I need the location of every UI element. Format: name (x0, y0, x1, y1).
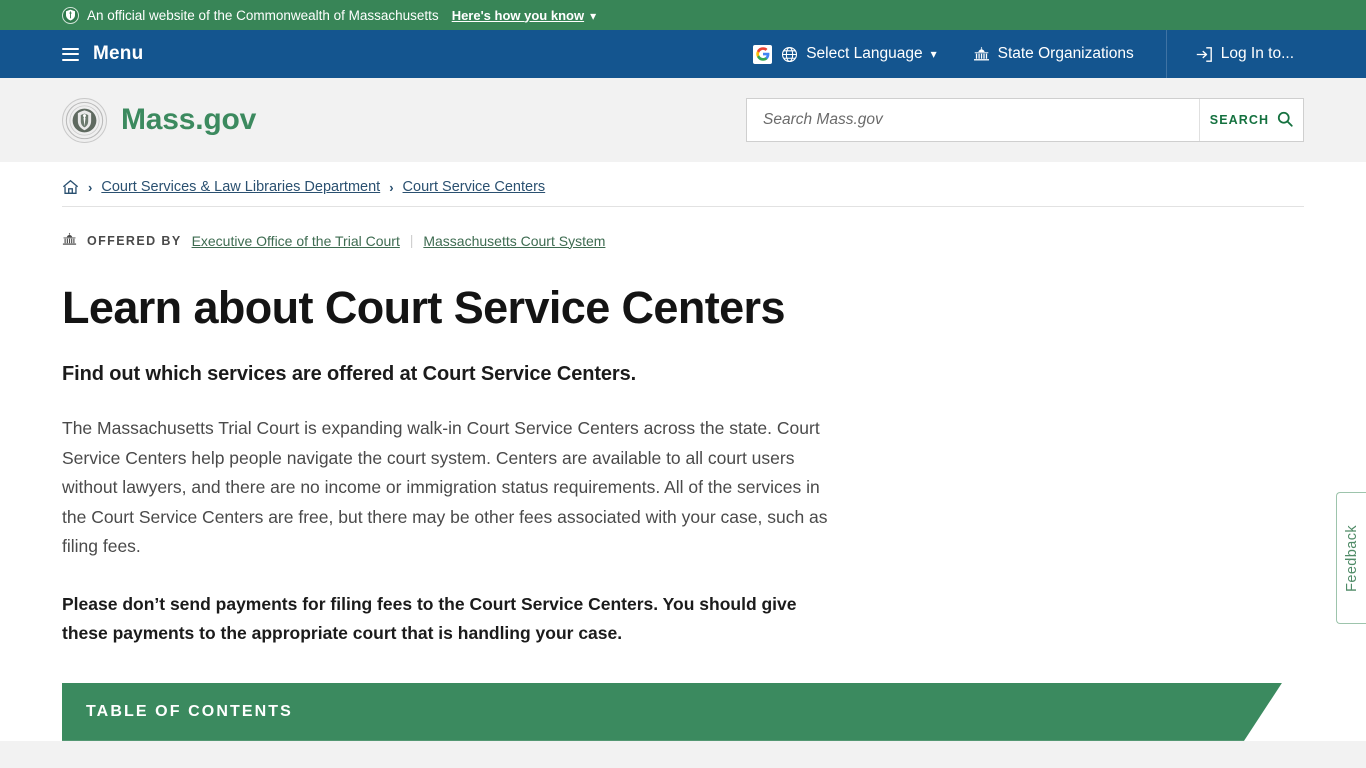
breadcrumb-divider (62, 206, 1304, 207)
table-of-contents-banner[interactable]: TABLE OF CONTENTS (62, 683, 1282, 741)
select-language-button[interactable]: Select Language ▾ (735, 30, 954, 78)
search-button-label: SEARCH (1209, 113, 1270, 127)
official-banner-text: An official website of the Commonwealth … (87, 7, 439, 23)
log-in-to-label: Log In to... (1220, 45, 1294, 62)
log-in-to-button[interactable]: Log In to... (1165, 30, 1312, 78)
breadcrumb-separator: › (389, 179, 394, 195)
offered-by-label: OFFERED BY (87, 233, 182, 248)
login-arrow-icon (1195, 46, 1213, 63)
chevron-down-icon: ▾ (590, 8, 597, 23)
brand-and-search-bar: Mass.gov SEARCH (0, 78, 1366, 162)
official-website-banner: An official website of the Commonwealth … (0, 0, 1366, 30)
heres-how-you-know-toggle[interactable]: Here's how you know ▾ (452, 8, 596, 23)
home-icon[interactable] (62, 179, 79, 195)
search-input[interactable] (747, 99, 1199, 141)
hamburger-icon (62, 47, 79, 61)
shield-seal-icon (62, 6, 79, 24)
offered-by-section: OFFERED BY Executive Office of the Trial… (62, 232, 1304, 249)
state-seal-icon (62, 97, 107, 143)
page-lede: Find out which services are offered at C… (62, 363, 637, 386)
utility-navigation-bar: Menu Select Language ▾ State Organizatio… (0, 30, 1366, 78)
page-title: Learn about Court Service Centers (62, 282, 786, 333)
table-of-contents-section: TABLE OF CONTENTS (62, 683, 1304, 741)
utility-nav-items: Select Language ▾ State Organizations Lo… (735, 30, 1366, 78)
body-paragraph-2: Please don’t send payments for filing fe… (62, 593, 797, 644)
select-language-label: Select Language (806, 45, 923, 62)
body-paragraph-1: The Massachusetts Trial Court is expandi… (62, 418, 828, 557)
page-content: › Court Services & Law Libraries Departm… (0, 162, 1366, 741)
chevron-down-icon: ▾ (930, 47, 937, 61)
globe-icon (781, 46, 798, 63)
breadcrumb-item-court-service-centers[interactable]: Court Service Centers (403, 179, 546, 195)
breadcrumb-item-court-services[interactable]: Court Services & Law Libraries Departmen… (101, 179, 380, 195)
table-of-contents-title: TABLE OF CONTENTS (86, 702, 293, 720)
offered-by-separator: | (409, 233, 414, 248)
site-search: SEARCH (746, 98, 1304, 142)
feedback-tab[interactable]: Feedback (1336, 492, 1366, 624)
heres-how-you-know-label: Here's how you know (451, 7, 585, 23)
breadcrumb: › Court Services & Law Libraries Departm… (62, 162, 1304, 204)
mass-gov-home-link[interactable]: Mass.gov (62, 97, 257, 143)
main-menu-label: Menu (93, 43, 144, 64)
breadcrumb-separator: › (88, 179, 93, 195)
main-menu-button[interactable]: Menu (0, 43, 143, 65)
feedback-label: Feedback (1343, 524, 1360, 592)
offered-by-org-court-system[interactable]: Massachusetts Court System (423, 233, 605, 249)
magnifier-icon (1277, 111, 1293, 130)
search-button[interactable]: SEARCH (1199, 99, 1303, 141)
state-organizations-link[interactable]: State Organizations (955, 30, 1152, 78)
offered-by-org-trial-court[interactable]: Executive Office of the Trial Court (192, 233, 400, 249)
capitol-icon (973, 46, 990, 62)
google-g-icon (753, 44, 773, 64)
brand-name-label: Mass.gov (121, 103, 257, 136)
capitol-icon (62, 232, 77, 249)
state-organizations-label: State Organizations (997, 45, 1134, 62)
